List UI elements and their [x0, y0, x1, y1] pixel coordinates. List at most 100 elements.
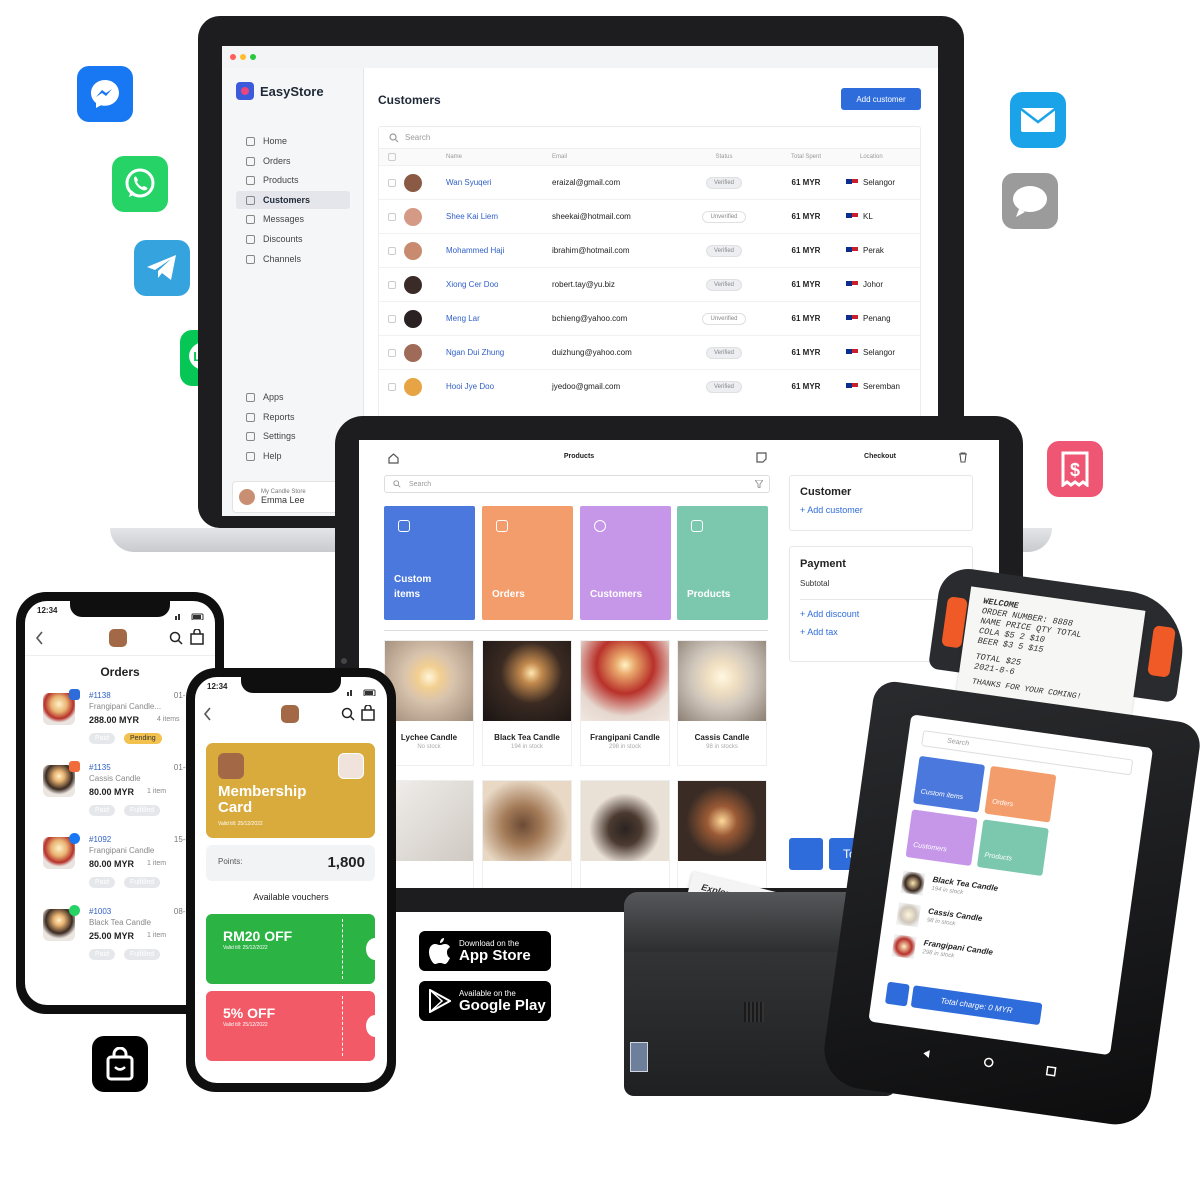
product-card-frangipani[interactable]: Frangipani Candle 298 in stock: [580, 640, 670, 766]
trash-icon[interactable]: [958, 452, 968, 463]
table-row[interactable]: Hooi Jye Doo jyedoo@gmail.com Verified 61 M…: [379, 369, 920, 403]
search-icon[interactable]: [169, 631, 183, 645]
telegram-icon[interactable]: [134, 240, 190, 296]
status-badge: Paid: [89, 733, 116, 744]
sidebar-item-discounts[interactable]: Discounts: [236, 230, 350, 248]
messenger-icon[interactable]: [77, 66, 133, 122]
sidebar-item-customers[interactable]: Customers: [236, 191, 350, 209]
table-row[interactable]: Shee Kai Liem sheekai@hotmail.com Unverifi…: [379, 199, 920, 233]
save-cart-button[interactable]: [884, 981, 910, 1007]
order-item[interactable]: #1135 01-06- Cassis Candle 80.00 MYR 1 i…: [35, 761, 197, 831]
product-card-lychee[interactable]: Lychee Candle No stock: [384, 640, 474, 766]
customer-name[interactable]: Mohammed Haji: [446, 246, 552, 255]
add-customer-link[interactable]: + Add customer: [800, 505, 863, 515]
search-input[interactable]: Search: [384, 475, 770, 493]
back-icon[interactable]: [920, 1048, 931, 1059]
back-icon[interactable]: [35, 631, 44, 645]
customer-name[interactable]: Shee Kai Liem: [446, 212, 552, 221]
table-row[interactable]: Ngan Dui Zhung duizhung@yahoo.com Verified…: [379, 335, 920, 369]
row-checkbox[interactable]: [388, 348, 396, 357]
product-card-cassis[interactable]: Cassis Candle 98 in stocks: [677, 640, 767, 766]
product-card-black-tea[interactable]: Black Tea Candle 194 in stock: [482, 640, 572, 766]
table-row[interactable]: Meng Lar bchieng@yahoo.com Unverified 61 MY…: [379, 301, 920, 335]
tile-orders[interactable]: Orders: [984, 765, 1057, 823]
column-header[interactable]: Total Spent: [766, 154, 846, 160]
voucher-card[interactable]: 5% OFF Valid till: 25/12/2022: [206, 991, 384, 1061]
table-row[interactable]: Wan Syuqeri eraizal@gmail.com Verified 61 M…: [379, 165, 920, 199]
tile-products[interactable]: Products: [976, 819, 1049, 877]
maximize-dot[interactable]: [250, 54, 256, 60]
table-row[interactable]: Mohammed Haji ibrahim@hotmail.com Verified…: [379, 233, 920, 267]
order-item[interactable]: #1003 08-12- Black Tea Candle 25.00 MYR …: [35, 905, 197, 975]
column-header[interactable]: Email: [552, 154, 682, 160]
search-icon[interactable]: [341, 707, 355, 721]
filter-icon[interactable]: [755, 480, 763, 488]
sidebar-item-channels[interactable]: Channels: [236, 250, 350, 268]
customer-email: duizhung@yahoo.com: [552, 348, 632, 357]
tile-customers[interactable]: Customers: [580, 506, 671, 620]
sidebar-item-products[interactable]: Products: [236, 171, 350, 189]
select-all-checkbox[interactable]: [388, 153, 396, 161]
sidebar-item-settings[interactable]: Settings: [236, 427, 350, 445]
row-checkbox[interactable]: [388, 178, 396, 187]
store-logo-icon[interactable]: [109, 629, 127, 647]
sidebar-item-apps[interactable]: Apps: [236, 388, 350, 406]
tile-custom-items[interactable]: Custom items: [384, 506, 475, 620]
membership-card[interactable]: Membership Card Valid till: 25/12/2022: [206, 743, 375, 838]
customer-name[interactable]: Hooi Jye Doo: [446, 382, 552, 391]
customer-name[interactable]: Xiong Cer Doo: [446, 280, 552, 289]
brand[interactable]: EasyStore: [236, 82, 324, 100]
sidebar-item-messages[interactable]: Messages: [236, 210, 350, 228]
voucher-card[interactable]: RM20 OFF Valid till: 25/12/2022: [206, 914, 384, 984]
minimize-dot[interactable]: [240, 54, 246, 60]
shopping-bag-icon[interactable]: [361, 705, 375, 721]
total-charge-button[interactable]: Total charge: 0 MYR: [910, 985, 1043, 1026]
row-checkbox[interactable]: [388, 246, 396, 255]
sidebar-item-reports[interactable]: Reports: [236, 408, 350, 426]
product-card[interactable]: [384, 780, 474, 888]
status-badge: Unverified: [702, 312, 746, 325]
pos-screen: Search Custom items Orders Customers Pro…: [868, 714, 1154, 1056]
tile-label: Customers: [590, 589, 643, 600]
column-header[interactable]: Name: [446, 154, 552, 160]
shopping-bag-icon[interactable]: [92, 1036, 148, 1092]
back-icon[interactable]: [203, 707, 212, 721]
row-checkbox[interactable]: [388, 280, 396, 289]
pos-printer-accent: [1147, 625, 1176, 678]
customer-name[interactable]: Meng Lar: [446, 314, 552, 323]
save-cart-button[interactable]: [789, 838, 823, 870]
product-card[interactable]: [482, 780, 572, 888]
row-checkbox[interactable]: [388, 212, 396, 221]
tile-custom-items[interactable]: Custom items: [913, 755, 986, 813]
sidebar-item-home[interactable]: Home: [236, 132, 350, 150]
tile-products[interactable]: Products: [677, 506, 768, 620]
column-header[interactable]: Status: [682, 154, 766, 160]
order-item[interactable]: #1092 15-02- Frangipani Candle 80.00 MYR…: [35, 833, 197, 903]
home-icon[interactable]: [983, 1057, 994, 1068]
add-customer-button[interactable]: Add customer: [841, 88, 921, 110]
customer-name[interactable]: Ngan Dui Zhung: [446, 348, 552, 357]
sms-icon[interactable]: [1002, 173, 1058, 229]
table-row[interactable]: Xiong Cer Doo robert.tay@yu.biz Verified 61…: [379, 267, 920, 301]
customer-name[interactable]: Wan Syuqeri: [446, 178, 552, 187]
home-icon[interactable]: [388, 453, 399, 464]
tile-customers[interactable]: Customers: [905, 809, 978, 867]
mail-icon[interactable]: [1010, 92, 1066, 148]
google-play-badge[interactable]: Available on the Google Play: [419, 981, 551, 1021]
row-checkbox[interactable]: [388, 382, 396, 391]
store-logo-icon[interactable]: [281, 705, 299, 723]
sidebar-item-orders[interactable]: Orders: [236, 152, 350, 170]
whatsapp-icon[interactable]: [112, 156, 168, 212]
column-header[interactable]: Location: [846, 154, 916, 160]
search-input[interactable]: Search: [379, 127, 920, 149]
close-dot[interactable]: [230, 54, 236, 60]
tile-orders[interactable]: Orders: [482, 506, 573, 620]
shopping-bag-icon[interactable]: [190, 629, 204, 645]
receipt-icon[interactable]: $: [1047, 441, 1103, 497]
order-item[interactable]: #1138 01-10- Frangipani Candle... 288.00…: [35, 689, 197, 759]
recents-icon[interactable]: [1046, 1065, 1057, 1077]
app-store-badge[interactable]: Download on the App Store: [419, 931, 551, 971]
sidebar-item-help[interactable]: Help: [236, 447, 350, 465]
note-icon[interactable]: [756, 452, 767, 463]
row-checkbox[interactable]: [388, 314, 396, 323]
